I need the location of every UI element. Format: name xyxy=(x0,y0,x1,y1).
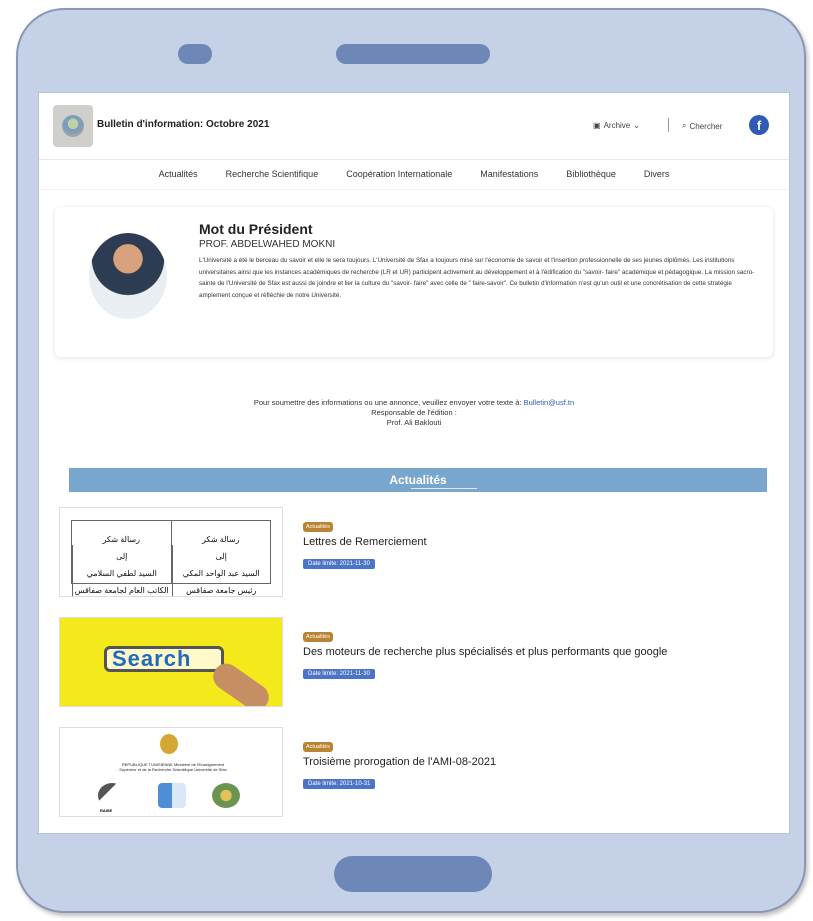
section-title: Actualités xyxy=(389,473,478,489)
news-body: Actualités Troisième prorogation de l'AM… xyxy=(303,735,496,790)
news-title[interactable]: Des moteurs de recherche plus spécialisé… xyxy=(303,646,667,658)
letter-text: السيد عبد الواحد المكي xyxy=(171,562,271,579)
deadline-badge: Date limite: 2021-11-30 xyxy=(303,559,375,569)
divider xyxy=(668,118,669,132)
news-thumbnail[interactable]: Search xyxy=(59,617,283,707)
editor-label: Responsable de l'édition : xyxy=(371,408,457,417)
chevron-down-icon: ⌄ xyxy=(633,121,640,130)
news-item[interactable]: REPUBLIQUE TUNISIENNE Ministère de l'Ens… xyxy=(59,727,789,827)
search-label: Chercher xyxy=(689,121,723,131)
letter-text: رسالة شكر xyxy=(102,535,141,544)
editor-name: Prof. Ali Baklouti xyxy=(386,418,442,427)
news-item[interactable]: Search Actualités Des moteurs de recherc… xyxy=(59,617,789,717)
speaker xyxy=(336,44,490,64)
president-message: L'Université a été le berceau du savoir … xyxy=(199,257,755,299)
search-icon: ⌕ xyxy=(682,121,687,130)
logo-emblem xyxy=(62,115,84,137)
nav-recherche-scientifique[interactable]: Recherche Scientifique xyxy=(226,169,319,179)
president-title: Mot du Président xyxy=(199,221,313,237)
president-card: Mot du Président PROF. ABDELWAHED MOKNI … xyxy=(55,207,773,357)
site-title[interactable]: Bulletin d'information: Octobre 2021 xyxy=(97,119,269,130)
section-header: Actualités xyxy=(69,468,767,492)
category-badge[interactable]: Actualités xyxy=(303,742,333,752)
nav-actualites[interactable]: Actualités xyxy=(159,169,198,179)
news-title[interactable]: Lettres de Remerciement xyxy=(303,536,427,548)
category-badge[interactable]: Actualités xyxy=(303,632,333,642)
university-logo-icon xyxy=(212,783,240,808)
submission-email-link[interactable]: Bulletin@usf.tn xyxy=(524,398,575,407)
nav-cooperation-internationale[interactable]: Coopération Internationale xyxy=(346,169,452,179)
letter-text: السيد لطفي السلامي xyxy=(72,562,171,579)
submission-line: Pour soumettre des informations ou une a… xyxy=(179,398,649,408)
main-nav: Actualités Recherche Scientifique Coopér… xyxy=(39,159,789,190)
president-avatar xyxy=(89,233,167,319)
letter-text: رئيس جامعة صفاقس xyxy=(171,579,271,596)
phone-screen: Bulletin d'information: Octobre 2021 ▣ A… xyxy=(38,92,790,834)
raise-logo-icon xyxy=(98,783,126,808)
letter-text: رسالة شكر xyxy=(202,535,240,544)
nav-bibliotheque[interactable]: Bibliothèque xyxy=(566,169,616,179)
archive-label: Archive xyxy=(603,121,631,130)
facebook-icon[interactable]: f xyxy=(749,115,769,135)
submission-info: Pour soumettre des informations ou une a… xyxy=(179,398,649,428)
nav-manifestations[interactable]: Manifestations xyxy=(480,169,538,179)
deadline-badge: Date limite: 2021-10-31 xyxy=(303,779,376,789)
archive-menu[interactable]: ▣ Archive ⌄ xyxy=(593,121,640,130)
news-item[interactable]: رسالة شكر إلى السيد لطفي السلامي الكاتب … xyxy=(59,507,789,607)
home-button[interactable] xyxy=(334,856,492,892)
search-button[interactable]: ⌕ Chercher xyxy=(682,121,722,131)
institution-header: REPUBLIQUE TUNISIENNE Ministère de l'Ens… xyxy=(119,762,227,772)
news-title[interactable]: Troisième prorogation de l'AMI-08-2021 xyxy=(303,756,496,768)
top-bar: Bulletin d'information: Octobre 2021 ▣ A… xyxy=(39,93,789,160)
archive-icon: ▣ xyxy=(593,121,601,130)
news-body: Actualités Lettres de Remerciement Date … xyxy=(303,515,427,570)
camera xyxy=(178,44,212,64)
news-thumbnail[interactable]: رسالة شكر إلى السيد لطفي السلامي الكاتب … xyxy=(59,507,283,597)
nav-divers[interactable]: Divers xyxy=(644,169,670,179)
submission-text: Pour soumettre des informations ou une a… xyxy=(253,398,522,407)
university-logo[interactable] xyxy=(53,105,93,147)
partner-logo-icon xyxy=(158,783,186,808)
letter-text: إلى xyxy=(72,545,171,562)
letter-right: رسالة شكر إلى السيد عبد الواحد المكي رئي… xyxy=(170,521,271,596)
letter-left: رسالة شكر إلى السيد لطفي السلامي الكاتب … xyxy=(72,521,171,596)
search-image-text: Search xyxy=(104,646,224,672)
hand-image xyxy=(208,658,274,706)
president-name: PROF. ABDELWAHED MOKNI xyxy=(199,239,336,250)
category-badge[interactable]: Actualités xyxy=(303,522,333,532)
phone-frame: Bulletin d'information: Octobre 2021 ▣ A… xyxy=(16,8,806,913)
deadline-badge: Date limite: 2021-11-30 xyxy=(303,669,375,679)
republic-crest-icon xyxy=(160,734,178,754)
news-body: Actualités Des moteurs de recherche plus… xyxy=(303,625,667,680)
letter-text: الكاتب العام لجامعة صفاقس xyxy=(72,579,171,596)
letter-text: إلى xyxy=(171,545,271,562)
thank-you-letters-image: رسالة شكر إلى السيد لطفي السلامي الكاتب … xyxy=(71,520,271,596)
news-thumbnail[interactable]: REPUBLIQUE TUNISIENNE Ministère de l'Ens… xyxy=(59,727,283,817)
raise-label: RAISE xyxy=(100,808,113,813)
